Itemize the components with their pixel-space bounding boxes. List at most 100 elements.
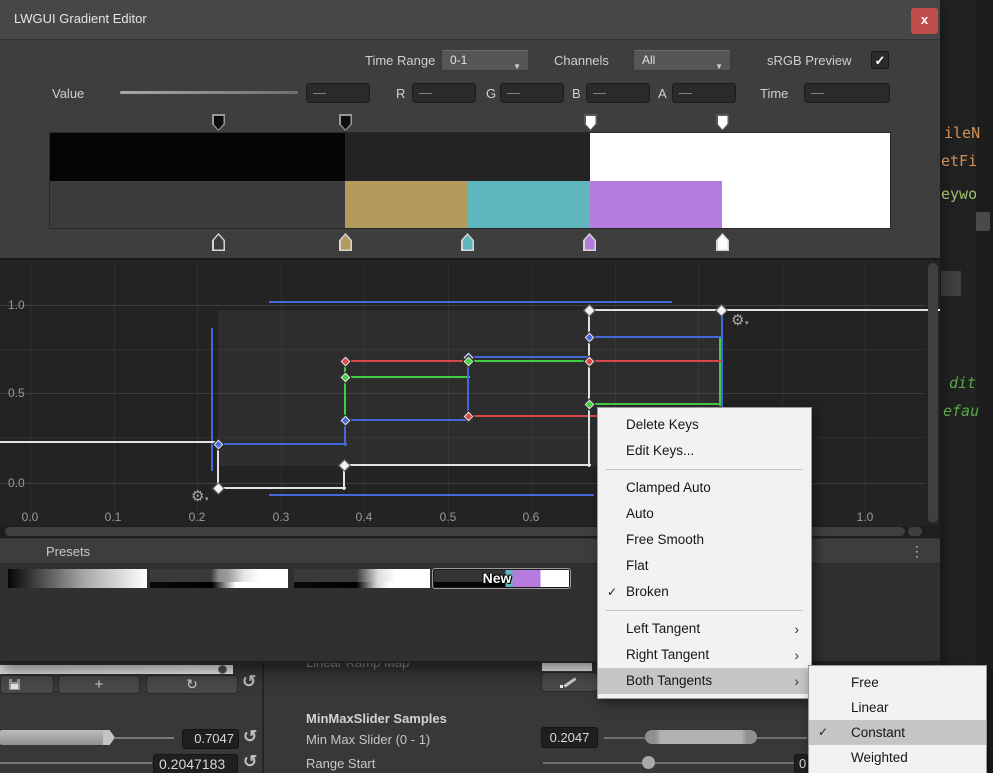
submenu-item-weighted[interactable]: Weighted — [809, 745, 986, 770]
curve-gear-icon[interactable]: ⚙ — [191, 487, 204, 505]
code-fragment: dit — [949, 374, 976, 392]
alpha-key-marker-1[interactable] — [339, 114, 352, 131]
r-field[interactable]: — — [412, 83, 476, 103]
alpha-key-marker-0[interactable] — [212, 114, 225, 131]
x-tick-0.1: 0.1 — [105, 510, 122, 524]
alpha-key-marker-2[interactable] — [584, 114, 597, 131]
gradient-field-preview[interactable] — [0, 665, 233, 674]
submenu-item-free[interactable]: Free — [809, 670, 986, 695]
g-field[interactable]: — — [500, 83, 564, 103]
curve-segment-blue — [218, 443, 347, 445]
curve-key-fill — [341, 416, 348, 423]
alpha-key-marker-3[interactable] — [716, 114, 729, 131]
slider2-track[interactable] — [0, 762, 152, 764]
color-key-marker-2[interactable] — [461, 233, 474, 251]
curve-gear-icon[interactable]: ⚙ — [731, 311, 744, 329]
submenu-arrow-icon: › — [794, 642, 799, 668]
submenu-item-label: Linear — [851, 700, 889, 715]
menu-item-flat[interactable]: Flat — [598, 553, 811, 579]
time-range-dropdown[interactable]: 0-1 ▼ — [441, 50, 529, 71]
submenu-arrow-icon: › — [794, 668, 799, 694]
screen: + ↻ ↺ 0.7047 ↺ 0.2047183 ↺ Linear Ramp M… — [0, 0, 993, 773]
y-tick-0.5: 0.5 — [8, 386, 25, 400]
menu-item-broken[interactable]: ✓Broken — [598, 579, 811, 605]
add-button[interactable]: + — [58, 675, 140, 694]
channels-value: All — [642, 53, 655, 67]
curve-segment-red — [345, 360, 470, 362]
edit-ramp-button[interactable] — [541, 672, 598, 692]
curve-key-fill — [585, 357, 592, 364]
color-key-marker-4[interactable] — [716, 233, 729, 251]
range-start-track[interactable] — [543, 762, 794, 764]
time-field[interactable]: — — [804, 83, 890, 103]
submenu-item-linear[interactable]: Linear — [809, 695, 986, 720]
srgb-preview-checkbox[interactable]: ✓ — [871, 51, 889, 69]
slider2-value-field[interactable]: 0.2047183 — [153, 754, 238, 773]
preset-swatch-1[interactable] — [8, 569, 147, 588]
slider1-undo-icon[interactable]: ↺ — [243, 727, 257, 747]
minmax-slider-bar[interactable] — [645, 730, 757, 744]
time-range-value: 0-1 — [450, 53, 467, 67]
preset-swatch-new[interactable]: New — [432, 568, 571, 589]
submenu-item-constant[interactable]: ✓Constant — [809, 720, 986, 745]
b-field[interactable]: — — [586, 83, 650, 103]
code-editor-scrollbar-thumb[interactable] — [976, 212, 990, 231]
slider2-undo-icon[interactable]: ↺ — [243, 752, 257, 772]
menu-item-free-smooth[interactable]: Free Smooth — [598, 527, 811, 553]
x-tick-0.4: 0.4 — [356, 510, 373, 524]
color-key-marker-fill — [214, 235, 224, 250]
menu-item-right-tangent[interactable]: Right Tangent› — [598, 642, 811, 668]
menu-item-clamped-auto[interactable]: Clamped Auto — [598, 475, 811, 501]
alpha-segment-0 — [50, 133, 345, 181]
x-tick-1.0: 1.0 — [857, 510, 874, 524]
close-button[interactable]: x — [911, 8, 938, 34]
code-fragment: ileN — [944, 124, 980, 142]
undo-icon[interactable]: ↺ — [242, 672, 256, 692]
preset-swatch-3[interactable] — [294, 569, 430, 588]
value-slider[interactable] — [120, 91, 298, 94]
color-key-marker-3[interactable] — [583, 233, 596, 251]
submenu-arrow-icon: › — [794, 616, 799, 642]
curve-vscrollbar-thumb[interactable] — [928, 263, 938, 523]
menu-item-left-tangent[interactable]: Left Tangent› — [598, 616, 811, 642]
floppy-icon — [9, 679, 20, 690]
channels-label: Channels — [554, 53, 609, 68]
menu-item-label: Broken — [626, 584, 669, 599]
channels-dropdown[interactable]: All ▼ — [633, 50, 731, 71]
range-start-value-field[interactable]: 0 — [794, 754, 808, 773]
curve-key-fill — [464, 412, 471, 419]
value-field[interactable]: — — [306, 83, 370, 103]
curve-key-fill — [341, 373, 348, 380]
save-preset-button[interactable] — [0, 675, 54, 694]
gradient-alpha-strip[interactable] — [50, 133, 890, 181]
title-bar[interactable]: LWGUI Gradient Editor x — [0, 0, 940, 40]
slider1-track[interactable] — [114, 737, 174, 739]
range-start-thumb[interactable] — [642, 756, 655, 769]
curve-hscrollbar-end[interactable] — [908, 527, 922, 536]
color-segment-0 — [50, 181, 345, 228]
color-key-marker-1[interactable] — [339, 233, 352, 251]
menu-item-both-tangents[interactable]: Both Tangents› — [598, 668, 811, 694]
curve-segment-red — [589, 360, 723, 362]
slider1-bar[interactable] — [0, 730, 104, 745]
gradient-field-gear-icon[interactable] — [218, 665, 227, 674]
color-segment-1 — [345, 181, 467, 228]
menu-item-auto[interactable]: Auto — [598, 501, 811, 527]
alpha-key-marker-fill — [214, 116, 224, 130]
menu-item-delete-keys[interactable]: Delete Keys — [598, 412, 811, 438]
color-key-marker-fill — [463, 235, 473, 250]
gradient-color-strip[interactable] — [50, 181, 890, 228]
a-field[interactable]: — — [672, 83, 736, 103]
curve-segment-blue — [269, 494, 594, 496]
slider1-value-field[interactable]: 0.7047 — [182, 729, 239, 749]
menu-item-label: Auto — [626, 506, 654, 521]
submenu-item-label: Constant — [851, 725, 905, 740]
menu-item-edit-keys[interactable]: Edit Keys... — [598, 438, 811, 464]
kebab-menu-icon[interactable]: ⋮ — [910, 543, 924, 560]
refresh-button[interactable]: ↻ — [146, 675, 238, 694]
minmax-slider-label: Min Max Slider (0 - 1) — [306, 732, 430, 747]
preset-swatch-2[interactable] — [150, 569, 288, 588]
y-tick-0.0: 0.0 — [8, 476, 25, 490]
minmax-value-field[interactable]: 0.2047 — [541, 727, 598, 748]
color-key-marker-0[interactable] — [212, 233, 225, 251]
